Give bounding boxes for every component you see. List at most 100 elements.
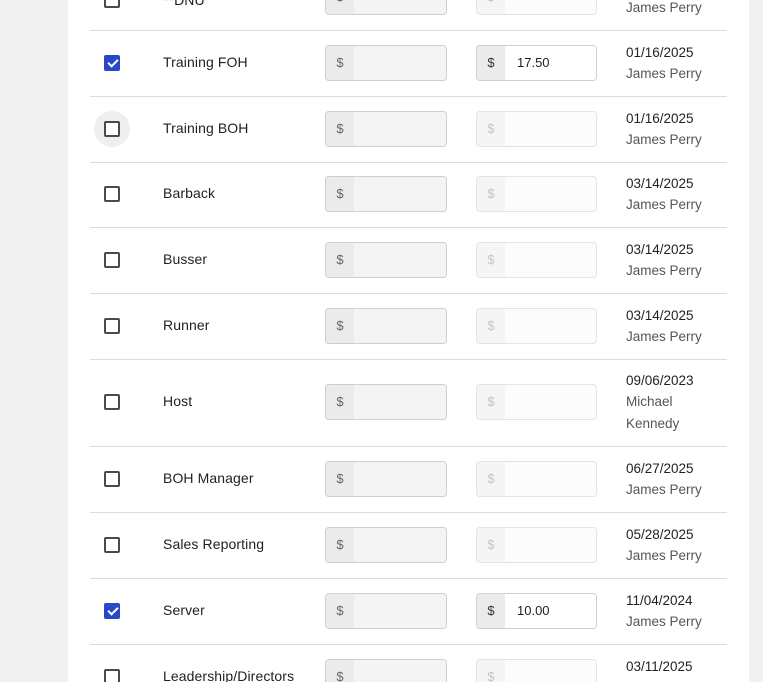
- override-rate-input-server[interactable]: $10.00: [476, 593, 597, 629]
- modified-date: 11/04/2024: [626, 592, 693, 608]
- rate-value[interactable]: [354, 309, 446, 343]
- modified-date: 03/14/2025: [626, 241, 694, 257]
- currency-prefix: $: [477, 309, 505, 343]
- checkmark-icon: [104, 603, 120, 619]
- override-rate-value[interactable]: [505, 309, 596, 343]
- checkbox-box: [104, 0, 120, 8]
- role-row-host: Host $ $09/06/2023 Michael Kennedy: [90, 360, 727, 447]
- rate-input-sales-reporting[interactable]: $: [325, 527, 447, 563]
- override-rate-value[interactable]: [505, 177, 596, 211]
- modified-info: 01/16/2025 James Perry: [626, 42, 702, 85]
- role-checkbox-boh-manager[interactable]: [94, 461, 130, 497]
- currency-prefix: $: [326, 660, 355, 682]
- rate-input-training-boh[interactable]: $: [325, 111, 447, 147]
- modified-by: James Perry: [626, 263, 702, 278]
- currency-prefix: $: [477, 462, 505, 496]
- checkbox-box: [104, 471, 120, 487]
- modified-info: James Perry: [626, 0, 702, 19]
- currency-prefix: $: [326, 528, 355, 562]
- checkbox-box: [104, 394, 120, 410]
- rate-input-server[interactable]: $: [325, 593, 447, 629]
- currency-prefix: $: [326, 112, 355, 146]
- role-checkbox-sales-reporting[interactable]: [94, 527, 130, 563]
- role-name: **DNU: [163, 0, 205, 8]
- override-rate-value[interactable]: [505, 385, 596, 419]
- rate-value[interactable]: [354, 528, 446, 562]
- rate-input-host[interactable]: $: [325, 384, 447, 420]
- role-checkbox-barback[interactable]: [94, 176, 130, 212]
- modified-by: James Perry: [626, 0, 702, 15]
- override-rate-value[interactable]: [505, 660, 596, 682]
- override-rate-value[interactable]: 10.00: [505, 594, 596, 628]
- rate-value[interactable]: [354, 385, 446, 419]
- rate-value[interactable]: [354, 0, 446, 14]
- rate-input-runner[interactable]: $: [325, 308, 447, 344]
- override-rate-value[interactable]: [505, 528, 596, 562]
- role-name: Host: [163, 393, 193, 409]
- rate-value[interactable]: [354, 243, 446, 277]
- currency-prefix: $: [477, 177, 505, 211]
- role-row-dnu: **DNU $ $ James Perry: [90, 0, 727, 31]
- rate-value[interactable]: [354, 660, 446, 682]
- rate-value[interactable]: [354, 177, 446, 211]
- role-checkbox-training-foh[interactable]: [94, 45, 130, 81]
- role-name: Training BOH: [163, 120, 249, 136]
- role-row-server: Server $ $10.00 11/04/2024 James Perry: [90, 579, 727, 645]
- override-rate-input-training-foh[interactable]: $17.50: [476, 45, 597, 81]
- role-checkbox-training-boh[interactable]: [94, 111, 130, 147]
- currency-prefix: $: [477, 528, 505, 562]
- rate-input-training-foh[interactable]: $: [325, 45, 447, 81]
- override-rate-value[interactable]: [505, 462, 596, 496]
- modified-by: James Perry: [626, 132, 702, 147]
- role-checkbox-dnu[interactable]: [94, 0, 130, 18]
- override-rate-input-runner[interactable]: $: [476, 308, 597, 344]
- override-rate-input-barback[interactable]: $: [476, 176, 597, 212]
- checkbox-box: [104, 252, 120, 268]
- override-rate-value[interactable]: [505, 112, 596, 146]
- modified-by: James Perry: [626, 548, 702, 563]
- currency-prefix: $: [477, 385, 505, 419]
- modified-by: James Perry: [626, 197, 702, 212]
- override-rate-input-host[interactable]: $: [476, 384, 597, 420]
- override-rate-text: 10.00: [517, 603, 550, 618]
- currency-prefix: $: [326, 594, 355, 628]
- override-rate-value[interactable]: 17.50: [505, 46, 596, 80]
- override-rate-value[interactable]: [505, 243, 596, 277]
- role-checkbox-server[interactable]: [94, 593, 130, 629]
- role-checkbox-host[interactable]: [94, 384, 130, 420]
- currency-prefix: $: [326, 385, 355, 419]
- rate-value[interactable]: [354, 594, 446, 628]
- rate-input-barback[interactable]: $: [325, 176, 447, 212]
- override-rate-input-sales-reporting[interactable]: $: [476, 527, 597, 563]
- modified-info: 06/27/2025 James Perry: [626, 458, 702, 501]
- rate-value[interactable]: [354, 112, 446, 146]
- role-row-leadership-directors: Leadership/Directors $ $03/11/2025: [90, 645, 727, 682]
- modified-date: 09/06/2023: [626, 372, 694, 388]
- role-name: BOH Manager: [163, 470, 254, 486]
- role-checkbox-busser[interactable]: [94, 242, 130, 278]
- role-row-training-foh: Training FOH $ $17.50 01/16/2025 James Perry: [90, 31, 727, 97]
- rate-value[interactable]: [354, 46, 446, 80]
- role-checkbox-runner[interactable]: [94, 308, 130, 344]
- override-rate-value[interactable]: [505, 0, 596, 14]
- override-rate-input-leadership-directors[interactable]: $: [476, 659, 597, 682]
- rate-input-leadership-directors[interactable]: $: [325, 659, 447, 682]
- currency-prefix: $: [477, 243, 505, 277]
- role-row-barback: Barback $ $03/14/2025 James Perry: [90, 163, 727, 228]
- rate-value[interactable]: [354, 462, 446, 496]
- modified-date: 01/16/2025: [626, 110, 694, 126]
- modified-info: 09/06/2023 Michael Kennedy: [626, 370, 694, 435]
- checkbox-box: [104, 669, 120, 682]
- override-rate-input-dnu[interactable]: $: [476, 0, 597, 15]
- modified-date: 03/11/2025: [626, 659, 693, 674]
- role-checkbox-leadership-directors[interactable]: [94, 659, 130, 682]
- override-rate-input-busser[interactable]: $: [476, 242, 597, 278]
- rate-input-dnu[interactable]: $: [325, 0, 447, 15]
- rate-input-boh-manager[interactable]: $: [325, 461, 447, 497]
- currency-prefix: $: [477, 46, 506, 80]
- override-rate-input-boh-manager[interactable]: $: [476, 461, 597, 497]
- role-row-runner: Runner $ $03/14/2025 James Perry: [90, 294, 727, 360]
- override-rate-input-training-boh[interactable]: $: [476, 111, 597, 147]
- role-name: Training FOH: [163, 54, 248, 70]
- rate-input-busser[interactable]: $: [325, 242, 447, 278]
